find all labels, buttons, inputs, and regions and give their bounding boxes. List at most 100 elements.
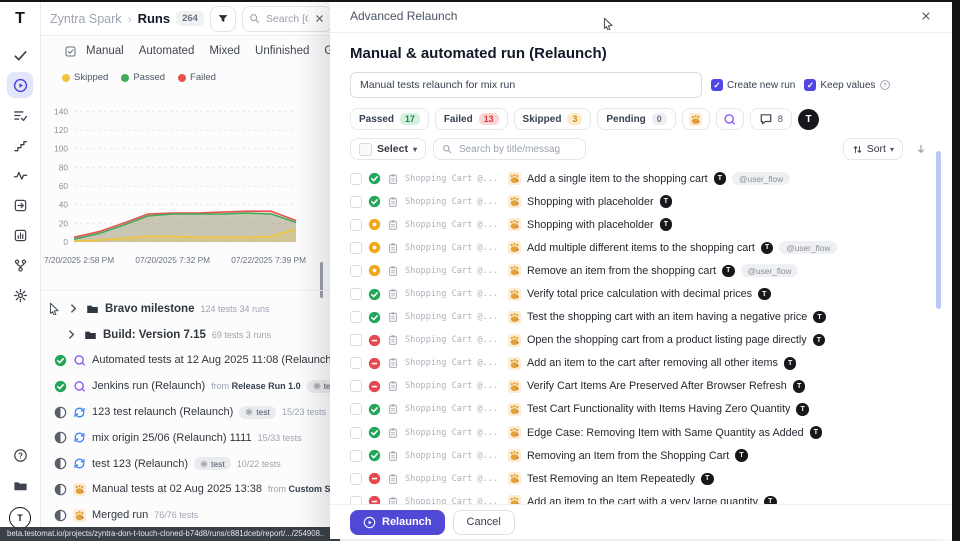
sidebar-item-tasks[interactable] <box>7 102 33 128</box>
run-name: 123 test relaunch (Relaunch) <box>92 406 233 418</box>
row-checkbox[interactable] <box>350 380 362 392</box>
sidebar-item-branches[interactable] <box>7 252 33 278</box>
window-right-edge <box>952 0 960 541</box>
sort-direction-button[interactable] <box>910 139 932 159</box>
test-row[interactable]: Shopping Cart @...Add an item to the car… <box>350 352 932 375</box>
sidebar-item-reports[interactable] <box>7 222 33 248</box>
test-row[interactable]: Shopping Cart @...Test Removing an Item … <box>350 467 932 490</box>
tree-run-row[interactable]: test 123 (Relaunch)test10/22 tests <box>40 451 336 477</box>
row-checkbox[interactable] <box>350 288 362 300</box>
tree-run-row[interactable]: mix origin 25/06 (Relaunch) 111115/33 te… <box>40 425 336 451</box>
tests-list-scrollbar[interactable] <box>936 151 941 309</box>
account-avatar[interactable]: T <box>9 507 31 529</box>
automated-filter-chip[interactable] <box>716 108 744 130</box>
row-checkbox[interactable] <box>350 242 362 254</box>
tree-run-row[interactable]: Manual tests at 02 Aug 2025 13:38from Cu… <box>40 477 336 503</box>
test-row[interactable]: Shopping Cart @...Add a single item to t… <box>350 167 932 190</box>
sidebar-item-runs[interactable] <box>7 72 33 98</box>
test-row[interactable]: Shopping Cart @...Remove an item from th… <box>350 259 932 282</box>
sort-dropdown[interactable]: Sort ▾ <box>843 138 903 160</box>
failed-filter-chip[interactable]: Failed 13 <box>435 108 508 130</box>
row-checkbox[interactable] <box>350 357 362 369</box>
row-checkbox[interactable] <box>350 173 362 185</box>
select-dropdown[interactable]: Select ▾ <box>350 138 426 160</box>
tab-unfinished[interactable]: Unfinished <box>255 45 309 57</box>
comments-filter-chip[interactable]: 8 <box>750 108 792 130</box>
tab-automated[interactable]: Automated <box>139 45 195 57</box>
test-row[interactable]: Shopping Cart @...Test the shopping cart… <box>350 306 932 329</box>
breadcrumb-page[interactable]: Runs <box>138 11 171 26</box>
run-meta: 15/23 tests <box>282 407 326 417</box>
row-checkbox[interactable] <box>350 265 362 277</box>
chevron-right-icon[interactable] <box>65 328 78 341</box>
sidebar-item-analytics[interactable] <box>7 162 33 188</box>
suite-label: Shopping Cart @... <box>405 358 502 368</box>
test-row[interactable]: Shopping Cart @...Test Cart Functionalit… <box>350 398 932 421</box>
assignee-avatar[interactable]: T <box>798 109 819 130</box>
manual-test-icon <box>508 288 521 301</box>
chevron-right-icon[interactable] <box>67 302 80 315</box>
chart-x-axis: 7/20/2025 2:58 PM07/20/2025 7:32 PM07/22… <box>44 255 306 265</box>
testomat-badge: T <box>722 265 735 278</box>
test-row[interactable]: Shopping Cart @...Shopping with placehol… <box>350 190 932 213</box>
row-checkbox[interactable] <box>350 403 362 415</box>
row-checkbox[interactable] <box>350 450 362 462</box>
left-pane-scrollbar[interactable] <box>320 262 323 298</box>
row-checkbox[interactable] <box>350 196 362 208</box>
folder-name: Build: Version 7.15 <box>103 329 206 341</box>
select-all-checkbox[interactable] <box>359 143 372 156</box>
tab-manual[interactable]: Manual <box>86 45 124 57</box>
test-title: Shopping with placeholder <box>527 219 654 231</box>
row-checkbox[interactable] <box>350 219 362 231</box>
sidebar-item-export[interactable] <box>7 192 33 218</box>
close-icon[interactable] <box>314 13 325 24</box>
tests-search[interactable] <box>433 138 586 160</box>
test-row[interactable]: Shopping Cart @...Edge Case: Removing It… <box>350 421 932 444</box>
test-row[interactable]: Shopping Cart @...Verify Cart Items Are … <box>350 375 932 398</box>
test-row[interactable]: Shopping Cart @...Removing an Item from … <box>350 444 932 467</box>
tree-run-row[interactable]: 123 test relaunch (Relaunch)test15/23 te… <box>40 399 336 425</box>
test-row[interactable]: Shopping Cart @...Shopping with placehol… <box>350 213 932 236</box>
filter-button[interactable] <box>210 6 236 32</box>
sidebar-item-help[interactable]: ? <box>7 442 33 468</box>
skipped-filter-chip[interactable]: Skipped3 <box>514 108 592 130</box>
manual-test-icon <box>508 380 521 393</box>
chip-count: 13 <box>479 113 499 125</box>
chip-label: Failed <box>444 114 473 125</box>
close-button[interactable] <box>916 6 936 26</box>
sidebar-item-projects[interactable] <box>7 472 33 498</box>
tab-mixed[interactable]: Mixed <box>209 45 240 57</box>
test-row[interactable]: Shopping Cart @...Verify total price cal… <box>350 282 932 305</box>
header-search[interactable] <box>242 6 332 32</box>
run-name-input[interactable] <box>350 72 702 98</box>
test-row[interactable]: Shopping Cart @...Open the shopping cart… <box>350 329 932 352</box>
create-new-run-checkbox[interactable]: ✓ Create new run <box>711 79 795 91</box>
passed-status-icon <box>54 380 67 393</box>
row-checkbox[interactable] <box>350 427 362 439</box>
testomat-badge: T <box>714 172 727 185</box>
suite-label: Shopping Cart @... <box>405 243 502 253</box>
keep-values-checkbox[interactable]: ✓ Keep values ? <box>804 79 891 91</box>
app-logo[interactable]: T <box>15 10 25 28</box>
tree-run-row[interactable]: Merged run76/76 tests <box>40 502 336 528</box>
tree-folder-row[interactable]: Bravo milestone124 tests 34 runs <box>40 296 336 322</box>
passed-filter-chip[interactable]: Passed17 <box>350 108 429 130</box>
relaunch-label: Relaunch <box>382 516 432 528</box>
sidebar-item-checks[interactable] <box>7 42 33 68</box>
breadcrumb-project[interactable]: Zyntra Spark <box>50 12 122 26</box>
tree-run-row[interactable]: Automated tests at 12 Aug 2025 11:08 (Re… <box>40 348 336 374</box>
cancel-button[interactable]: Cancel <box>453 510 515 535</box>
row-checkbox[interactable] <box>350 311 362 323</box>
pending-filter-chip[interactable]: Pending0 <box>597 108 675 130</box>
sidebar-item-steps[interactable] <box>7 132 33 158</box>
tree-folder-row[interactable]: Build: Version 7.1569 tests 3 runs <box>40 322 336 348</box>
relaunch-button[interactable]: Relaunch <box>350 510 445 535</box>
tree-run-row[interactable]: Jenkins run (Relaunch)from Release Run 1… <box>40 373 336 399</box>
row-checkbox[interactable] <box>350 473 362 485</box>
header-search-input[interactable] <box>264 12 310 26</box>
manual-filter-chip[interactable] <box>682 108 710 130</box>
test-row[interactable]: Shopping Cart @...Add multiple different… <box>350 236 932 259</box>
sidebar-item-settings[interactable] <box>7 282 33 308</box>
tests-search-input[interactable] <box>457 143 577 156</box>
row-checkbox[interactable] <box>350 334 362 346</box>
